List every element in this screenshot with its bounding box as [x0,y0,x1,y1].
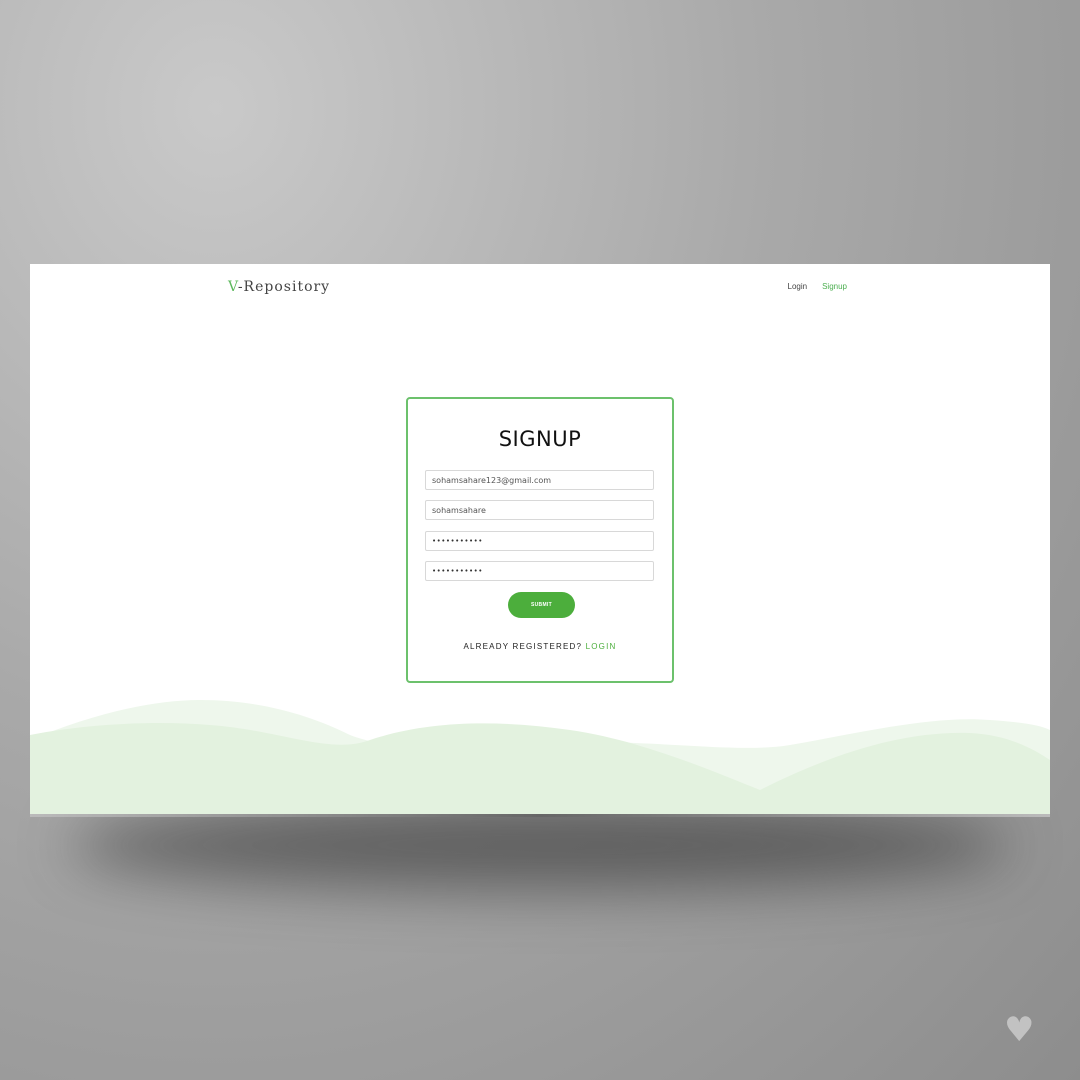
heart-icon: ♥ [1004,1010,1035,1050]
background-waves [30,700,1050,815]
password-field[interactable]: ••••••••••• [425,531,654,551]
nav-signup-link[interactable]: Signup [822,282,847,291]
brand-accent-letter: V [228,279,238,295]
already-registered-text: ALREADY REGISTERED? [463,642,583,651]
page-title: SIGNUP [498,427,582,451]
top-nav: Login Signup [788,282,848,291]
brand-logo[interactable]: V-Repository [228,279,330,295]
nav-login-link[interactable]: Login [788,282,808,291]
signup-card: SIGNUP sohamsahare123@gmail.com sohamsah… [406,397,674,683]
screen-bottom-edge [30,814,1050,817]
submit-button[interactable]: SUBMIT [508,592,575,618]
confirm-password-field[interactable]: ••••••••••• [425,561,654,581]
browser-screen: V-Repository Login Signup SIGNUP sohamsa… [30,264,1050,815]
login-link[interactable]: LOGIN [586,642,617,651]
already-registered-row: ALREADY REGISTERED? LOGIN [408,642,672,651]
username-field[interactable]: sohamsahare [425,500,654,520]
brand-name: -Repository [237,279,331,295]
email-field[interactable]: sohamsahare123@gmail.com [425,470,654,490]
